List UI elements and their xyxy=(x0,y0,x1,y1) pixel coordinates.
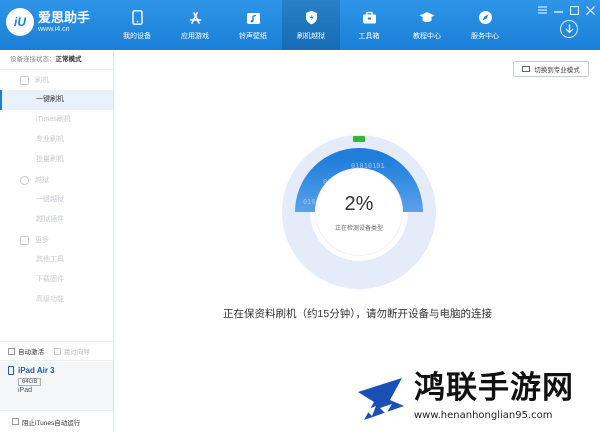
sidebar-options: 自动激活 跳过向导 xyxy=(0,341,113,361)
sidebar: 设备连接状态：正常模式 刷机 一键刷机 iTunes刷机 专业刷机 批量刷机 越… xyxy=(0,50,114,432)
progress-center: 2% 正在检测设备类型 xyxy=(316,169,402,255)
nav-service-center[interactable]: 服务中心 xyxy=(456,0,514,50)
device-name: iPad Air 3 xyxy=(8,366,113,375)
sidebar-item-batch-flash[interactable]: 批量刷机 xyxy=(0,150,113,170)
sidebar-item-pro-flash[interactable]: 专业刷机 xyxy=(0,130,113,150)
app-logo: iU 爱思助手 www.i4.cn xyxy=(6,8,90,36)
nav-label: 教程中心 xyxy=(413,32,441,40)
sidebar-item-one-click-flash[interactable]: 一键刷机 xyxy=(0,90,113,110)
nav-ringtone-wallpaper[interactable]: 铃声壁纸 xyxy=(224,0,282,50)
button-label: 切换到专业模式 xyxy=(534,67,580,74)
watermark-title: 鸿联手游网 xyxy=(414,370,574,405)
group-label: 更多 xyxy=(35,237,49,244)
switch-pro-mode-button[interactable]: 切换到专业模式 xyxy=(513,61,589,77)
device-name-text: iPad Air 3 xyxy=(18,366,55,375)
checkbox-label: 阻止iTunes自动运行 xyxy=(22,419,81,427)
nav-tutorial-center[interactable]: 教程中心 xyxy=(398,0,456,50)
sidebar-item-advanced[interactable]: 高级功能 xyxy=(0,290,113,310)
nav-label: 工具箱 xyxy=(358,32,380,40)
app-store-icon xyxy=(187,10,203,26)
app-url: www.i4.cn xyxy=(38,26,70,33)
nav-flash-jailbreak[interactable]: 刷机越狱 xyxy=(282,0,340,50)
jailbreak-group-icon xyxy=(20,175,29,185)
skip-guide-checkbox[interactable]: 跳过向导 xyxy=(54,346,90,356)
progress-marker xyxy=(353,136,365,142)
nav-label: 应用游戏 xyxy=(181,32,209,40)
auto-activate-checkbox[interactable]: 自动激活 xyxy=(8,346,44,356)
flash-group-icon xyxy=(20,75,29,85)
app-name: 爱思助手 xyxy=(38,10,91,25)
graduation-cap-icon xyxy=(419,10,435,26)
progress-percent: 2% xyxy=(344,192,374,215)
sidebar-group-flash[interactable]: 刷机 xyxy=(0,70,113,90)
main-nav: 我的设备 应用游戏 铃声壁纸 刷机越狱 工具箱 教程中心 服务中心 xyxy=(108,0,514,50)
tablet-icon xyxy=(8,366,14,375)
sidebar-item-one-click-jailbreak[interactable]: 一键越狱 xyxy=(0,190,113,210)
close-icon[interactable] xyxy=(584,4,596,16)
more-group-icon xyxy=(20,235,29,245)
device-card[interactable]: iPad Air 3 64GB iPad xyxy=(0,362,113,410)
download-icon[interactable] xyxy=(560,20,578,38)
nav-toolbox[interactable]: 工具箱 xyxy=(340,0,398,50)
flash-notice: 正在保资料刷机（约15分钟），请勿断开设备与电脑的连接 xyxy=(223,308,492,320)
sidebar-group-jailbreak[interactable]: 越狱 xyxy=(0,170,113,190)
sidebar-item-itunes-flash[interactable]: iTunes刷机 xyxy=(0,110,113,130)
sidebar-item-jailbreak-plugins[interactable]: 越狱插件 xyxy=(0,210,113,230)
nav-label: 我的设备 xyxy=(123,32,151,40)
progress-status: 正在检测设备类型 xyxy=(334,225,383,232)
nav-my-device[interactable]: 我的设备 xyxy=(108,0,166,50)
compass-icon xyxy=(477,10,493,26)
group-label: 越狱 xyxy=(35,177,49,184)
nav-apps-games[interactable]: 应用游戏 xyxy=(166,0,224,50)
checkbox-label: 自动激活 xyxy=(18,349,44,356)
checkbox-box[interactable] xyxy=(54,347,61,355)
checkbox-box[interactable] xyxy=(12,418,19,425)
top-toolbar: iU 爱思助手 www.i4.cn 我的设备 应用游戏 铃声壁纸 刷机越狱 工具… xyxy=(0,0,600,50)
checkbox-box[interactable] xyxy=(8,347,15,355)
nav-label: 铃声壁纸 xyxy=(239,32,267,40)
device-capacity-badge: 64GB xyxy=(18,378,42,386)
nav-label: 服务中心 xyxy=(471,32,499,40)
logo-badge: iU xyxy=(6,8,34,36)
minimize-icon[interactable] xyxy=(552,4,564,16)
phone-icon xyxy=(129,10,145,26)
watermark-url: www.henanhonglian95.com xyxy=(414,410,553,421)
watermark-logo xyxy=(358,378,404,420)
progress-ring: 01010101 01010101 01010101 2% 正在检测设备类型 xyxy=(281,134,437,290)
menu-icon[interactable] xyxy=(536,4,548,16)
window-controls xyxy=(536,4,596,16)
status-label: 设备连接状态： xyxy=(10,56,56,63)
device-connection-status: 设备连接状态：正常模式 xyxy=(0,50,113,70)
device-type: iPad xyxy=(18,387,33,394)
checkbox-label: 跳过向导 xyxy=(64,349,90,356)
switch-mode-icon xyxy=(522,66,531,72)
sidebar-group-more[interactable]: 更多 xyxy=(0,230,113,250)
status-value: 正常模式 xyxy=(55,56,82,63)
ringtone-wallpaper-icon xyxy=(245,10,261,26)
group-label: 刷机 xyxy=(35,77,49,84)
sidebar-item-download-firmware[interactable]: 下载固件 xyxy=(0,270,113,290)
maximize-icon[interactable] xyxy=(568,4,580,16)
sidebar-item-other-tools[interactable]: 其他工具 xyxy=(0,250,113,270)
flash-jailbreak-icon xyxy=(303,10,319,26)
block-itunes-checkbox[interactable]: 阻止iTunes自动运行 xyxy=(0,410,113,432)
nav-label: 刷机越狱 xyxy=(297,32,325,40)
toolbox-icon xyxy=(361,10,377,26)
